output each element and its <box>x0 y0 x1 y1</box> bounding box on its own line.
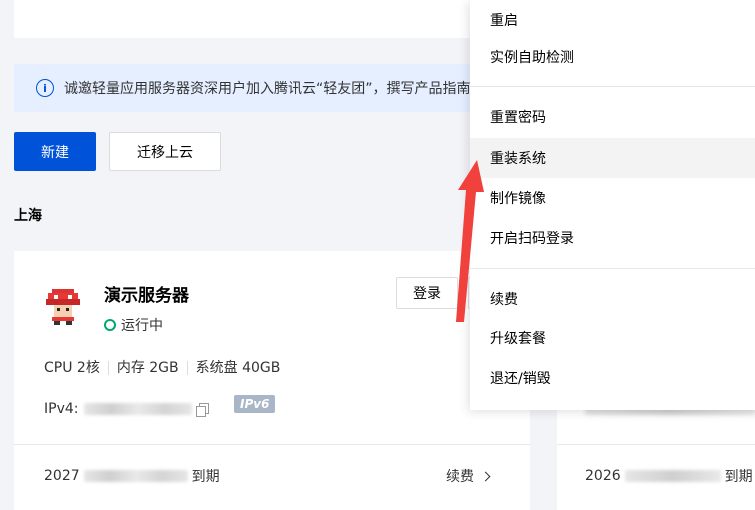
migrate-button[interactable]: 迁移上云 <box>109 132 221 171</box>
running-status-icon <box>104 319 116 331</box>
expire-date-blurred <box>83 470 188 482</box>
ipv4-row: IPv4: <box>44 401 210 417</box>
chevron-right-icon <box>480 471 491 481</box>
top-card <box>14 0 544 38</box>
card2-expire-date: 2026 到期 <box>585 466 753 486</box>
info-icon: i <box>36 79 54 97</box>
expire-suffix: 到期 <box>191 469 220 485</box>
card2-expire-blurred <box>624 470 721 482</box>
renew-link[interactable]: 续费 <box>446 466 491 486</box>
notice-banner: i 诚邀轻量应用服务器资深用户加入腾讯云“轻友团”，撰写产品指南 <box>14 64 544 112</box>
card2-expire-year: 2026 <box>585 468 621 484</box>
memory-spec: 内存 2GB <box>107 361 187 375</box>
ipv4-label: IPv4: <box>44 401 79 417</box>
expire-year: 2027 <box>44 468 80 484</box>
expire-date: 2027 到期 <box>44 466 220 486</box>
instance-name[interactable]: 演示服务器 <box>104 281 189 306</box>
status-label: 运行中 <box>121 318 163 334</box>
copy-icon[interactable] <box>196 403 210 417</box>
cpu-spec: CPU 2核 <box>44 360 100 376</box>
instance-status: 运行中 <box>104 315 163 335</box>
highlight-box <box>470 0 755 410</box>
region-title: 上海 <box>14 208 42 224</box>
mushroom-avatar-icon <box>46 289 80 325</box>
card-divider <box>14 444 530 445</box>
card2-divider <box>557 444 755 445</box>
notice-text[interactable]: 诚邀轻量应用服务器资深用户加入腾讯云“轻友团”，撰写产品指南 <box>64 78 471 98</box>
disk-spec: 系统盘 40GB <box>186 361 289 375</box>
instance-card[interactable]: 演示服务器 运行中 登录 CPU 2核 内存 2GB 系统盘 40GB IPv4… <box>14 251 530 510</box>
card2-expire-suffix: 到期 <box>724 469 753 485</box>
ipv6-badge: IPv6 <box>234 395 276 413</box>
ipv4-address-blurred <box>84 403 193 415</box>
instance-specs: CPU 2核 内存 2GB 系统盘 40GB <box>44 361 288 375</box>
renew-label[interactable]: 续费 <box>446 466 474 486</box>
login-button[interactable]: 登录 <box>396 277 458 309</box>
new-button[interactable]: 新建 <box>14 132 96 171</box>
